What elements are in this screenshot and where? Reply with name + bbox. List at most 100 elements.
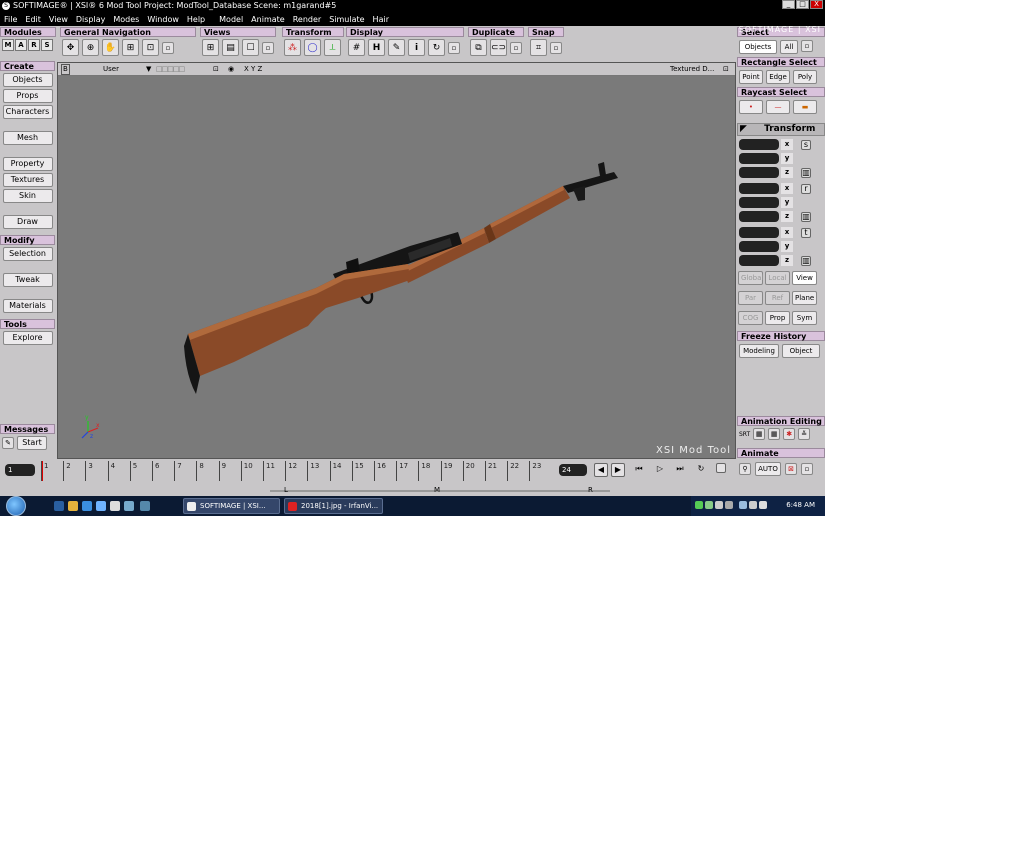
- eye-icon[interactable]: ◉: [228, 63, 234, 76]
- display-options-icon[interactable]: ▫: [448, 41, 460, 54]
- grid-icon[interactable]: #: [348, 39, 365, 56]
- create-characters-button[interactable]: Characters: [2, 105, 53, 119]
- hide-button[interactable]: H: [368, 39, 385, 56]
- create-textures-button[interactable]: Textures: [2, 173, 53, 187]
- raycast-poly-icon[interactable]: ▬: [793, 100, 817, 114]
- four-views-icon[interactable]: ⊞: [202, 39, 219, 56]
- taskbar-item-irfanview[interactable]: 2018[1].jpg - IrfanVi...: [284, 498, 383, 514]
- animate-options-icon[interactable]: ▫: [801, 463, 813, 475]
- snap-icon[interactable]: ⌗: [530, 39, 547, 56]
- clone-icon[interactable]: ⊂⊃: [490, 39, 507, 56]
- select-edge-button[interactable]: Edge: [766, 70, 790, 84]
- end-frame-field[interactable]: 24: [559, 464, 587, 476]
- taskbar-item-softimage[interactable]: SOFTIMAGE | XSI...: [183, 498, 280, 514]
- taskbar-clock[interactable]: 6:48 AM: [786, 501, 815, 509]
- document-quicklaunch-icon[interactable]: [110, 501, 120, 511]
- 3d-viewport[interactable]: B User ▼ □□□□□ ⊡ ◉ X Y Z Textured D... ⊡: [57, 62, 736, 459]
- start-frame-field[interactable]: 1: [5, 464, 35, 476]
- translate-tool-icon[interactable]: ⟂: [324, 39, 341, 56]
- menu-view[interactable]: View: [49, 15, 68, 24]
- global-space-button[interactable]: Global: [738, 271, 763, 285]
- viewport-letter[interactable]: B: [61, 64, 70, 75]
- menu-help[interactable]: Help: [187, 15, 205, 24]
- ref-button[interactable]: Ref: [765, 291, 790, 305]
- select-all-button[interactable]: All: [780, 40, 798, 54]
- frame-selection-icon[interactable]: ⊡: [142, 39, 159, 56]
- select-objects-button[interactable]: Objects: [739, 40, 777, 54]
- go-to-start-icon[interactable]: ⏮: [632, 463, 646, 477]
- play-icon[interactable]: ▷: [653, 463, 667, 477]
- modify-tweak-button[interactable]: Tweak: [2, 273, 53, 287]
- set-key-icon[interactable]: ⚲: [739, 463, 751, 475]
- views-options-icon[interactable]: ▫: [262, 41, 274, 54]
- range-marker-left[interactable]: L: [284, 486, 288, 494]
- range-marker-right[interactable]: R: [588, 486, 593, 494]
- tray-monitor-icon[interactable]: [715, 501, 723, 509]
- menu-display[interactable]: Display: [76, 15, 106, 24]
- freeze-object-button[interactable]: Object: [782, 344, 820, 358]
- browser-quicklaunch-icon[interactable]: [82, 501, 92, 511]
- scale-lock-icon[interactable]: ▥: [801, 167, 811, 178]
- auto-key-button[interactable]: AUTO: [755, 462, 781, 476]
- create-skin-button[interactable]: Skin: [2, 189, 53, 203]
- maximize-button[interactable]: □: [796, 0, 809, 9]
- select-poly-button[interactable]: Poly: [793, 70, 817, 84]
- module-simulate-button[interactable]: S: [41, 39, 53, 51]
- duplicate-icon[interactable]: ⧉: [470, 39, 487, 56]
- select-options-icon[interactable]: ▫: [801, 40, 813, 52]
- range-bar[interactable]: L M R: [0, 486, 736, 496]
- start-button[interactable]: Start: [17, 436, 47, 450]
- show-desktop-icon[interactable]: [54, 501, 64, 511]
- tray-display-icon[interactable]: [749, 501, 757, 509]
- close-button[interactable]: X: [810, 0, 823, 9]
- create-props-button[interactable]: Props: [2, 89, 53, 103]
- raycast-edge-icon[interactable]: —: [766, 100, 790, 114]
- rotate-lock-icon[interactable]: ▥: [801, 211, 811, 222]
- tray-app-icon[interactable]: [705, 501, 713, 509]
- two-views-icon[interactable]: ▤: [222, 39, 239, 56]
- light-icon[interactable]: ✎: [388, 39, 405, 56]
- menu-window[interactable]: Window: [147, 15, 179, 24]
- create-draw-button[interactable]: Draw: [2, 215, 53, 229]
- camera-icon[interactable]: ⊡: [213, 63, 219, 76]
- menu-simulate[interactable]: Simulate: [329, 15, 364, 24]
- create-objects-button[interactable]: Objects: [2, 73, 53, 87]
- viewport-maximize-icon[interactable]: ⊡: [723, 63, 729, 76]
- pan-icon[interactable]: ✋: [102, 39, 119, 56]
- network-quicklaunch-icon[interactable]: [124, 501, 134, 511]
- range-marker-middle[interactable]: M: [434, 486, 440, 494]
- animation-options-icon[interactable]: ≚: [798, 428, 811, 440]
- prop-button[interactable]: Prop: [765, 311, 790, 325]
- tools-explore-button[interactable]: Explore: [2, 331, 53, 345]
- tray-network-icon[interactable]: [695, 501, 703, 509]
- scale-z-field[interactable]: [739, 167, 779, 178]
- menu-file[interactable]: File: [4, 15, 17, 24]
- translate-icon[interactable]: t: [801, 227, 811, 238]
- scale-x-field[interactable]: [739, 139, 779, 150]
- create-property-button[interactable]: Property: [2, 157, 53, 171]
- duplicate-options-icon[interactable]: ▫: [510, 41, 522, 54]
- view-space-button[interactable]: View: [792, 271, 817, 285]
- sym-button[interactable]: Sym: [792, 311, 817, 325]
- select-point-button[interactable]: Point: [739, 70, 763, 84]
- modify-selection-button[interactable]: Selection: [2, 247, 53, 261]
- loop-icon[interactable]: ↻: [694, 463, 708, 477]
- rotate-x-field[interactable]: [739, 183, 779, 194]
- scale-tool-icon[interactable]: ⁂: [284, 39, 301, 56]
- rotate-icon[interactable]: r: [801, 183, 811, 194]
- rotate-z-field[interactable]: [739, 211, 779, 222]
- minimize-button[interactable]: _: [782, 0, 795, 9]
- translate-z-field[interactable]: [739, 255, 779, 266]
- mail-quicklaunch-icon[interactable]: [96, 501, 106, 511]
- scale-y-field[interactable]: [739, 153, 779, 164]
- previous-frame-icon[interactable]: ◀: [594, 463, 608, 477]
- orbit-icon[interactable]: ⊕: [82, 39, 99, 56]
- navigate-icon[interactable]: ✥: [62, 39, 79, 56]
- delete-key-icon[interactable]: ✱: [783, 428, 796, 440]
- script-editor-icon[interactable]: ✎: [2, 437, 14, 449]
- plane-button[interactable]: Plane: [792, 291, 817, 305]
- module-model-button[interactable]: M: [2, 39, 14, 51]
- rotate-tool-icon[interactable]: ◯: [304, 39, 321, 56]
- menu-render[interactable]: Render: [293, 15, 321, 24]
- menu-modes[interactable]: Modes: [113, 15, 139, 24]
